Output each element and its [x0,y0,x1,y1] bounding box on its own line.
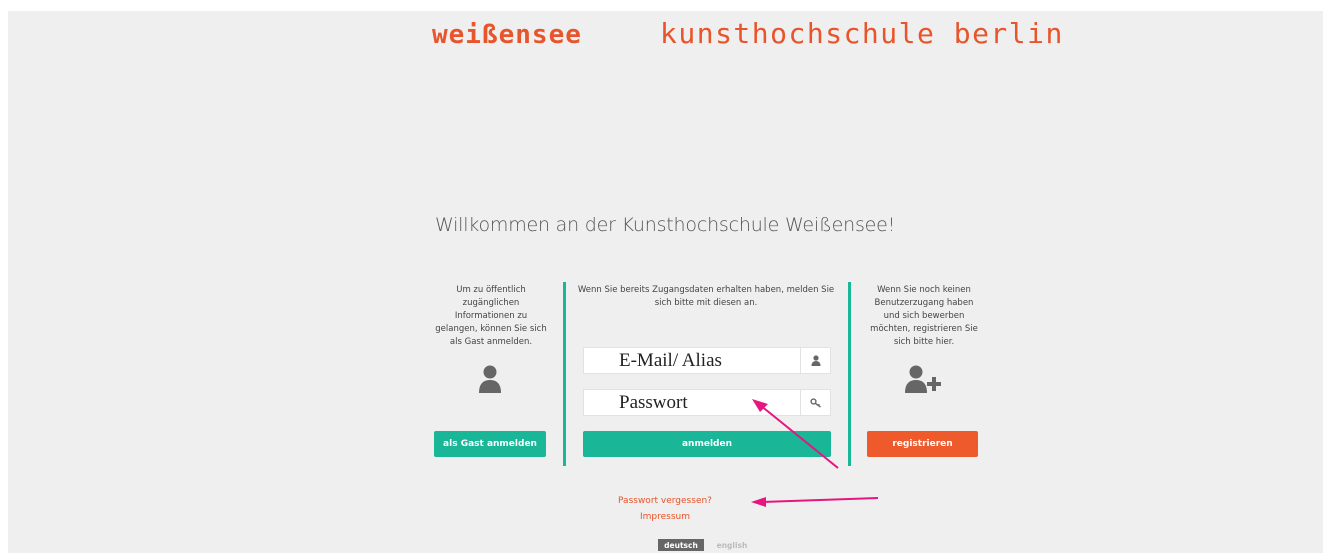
password-placeholder[interactable]: Passwort [619,392,688,414]
register-text-line: Wenn Sie noch keinen [877,285,971,295]
register-text-line: sich bitte hier. [893,337,955,347]
register-button[interactable]: registrieren [867,431,978,457]
language-english[interactable]: english [712,539,752,551]
guest-text-line: Informationen zu [454,311,528,321]
password-field[interactable]: Passwort [583,389,831,416]
register-text-line: möchten, registrieren Sie [870,324,978,334]
logo-weissensee[interactable]: weißensee [432,20,582,50]
email-addon [800,348,830,373]
impressum-link[interactable]: Impressum [0,512,1330,522]
login-button[interactable]: anmelden [583,431,831,457]
register-description: Wenn Sie noch keinen Benutzerzugang habe… [858,284,990,349]
guest-description: Um zu öffentlich zugänglichen Informatio… [420,284,562,349]
language-deutsch[interactable]: deutsch [658,539,704,551]
logo-kunsthochschule-berlin[interactable]: kunsthochschule berlin [660,17,1064,50]
user-small-icon [811,355,820,366]
guest-text-line: gelangen, können Sie sich [435,324,547,334]
column-divider-left [563,282,566,466]
guest-login-button[interactable]: als Gast anmelden [434,431,546,457]
user-icon [479,365,501,393]
key-icon [809,397,821,408]
page-title: Willkommen an der Kunsthochschule Weißen… [434,214,896,236]
password-addon [800,390,830,415]
email-field[interactable]: E-Mail/ Alias [583,347,831,374]
register-text-line: Benutzerzugang haben [874,298,974,308]
login-description: Wenn Sie bereits Zugangsdaten erhalten h… [576,284,836,310]
login-text-line: sich bitte mit diesen an. [654,298,758,308]
register-text-line: und sich bewerben [883,311,965,321]
column-divider-right [848,282,851,466]
email-placeholder[interactable]: E-Mail/ Alias [619,350,722,372]
login-text-line: Wenn Sie bereits Zugangsdaten erhalten h… [577,285,835,295]
page-background [8,11,1323,553]
forgot-password-link[interactable]: Passwort vergessen? [0,496,1330,506]
guest-text-line: zugänglichen [462,298,520,308]
add-user-icon [905,365,941,393]
guest-text-line: als Gast anmelden. [449,337,533,347]
guest-text-line: Um zu öffentlich [456,285,526,295]
